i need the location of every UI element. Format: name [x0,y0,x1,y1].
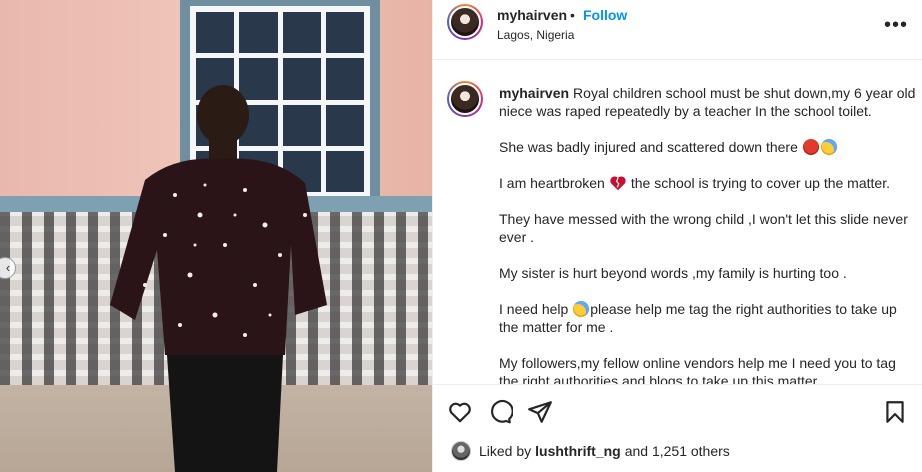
avatar[interactable] [447,4,483,40]
avatar[interactable] [451,441,471,461]
caption-paragraph: She was badly injured and scattered down… [499,138,919,156]
paper-plane-icon[interactable] [527,399,553,425]
avatar[interactable] [447,81,483,117]
ellipsis-icon[interactable]: ••• [884,14,908,37]
follow-button[interactable]: Follow [583,7,627,23]
liker-username[interactable]: lushthrift_ng [535,443,621,459]
post-sidebar: myhairven • Follow Lagos, Nigeria ••• my… [432,0,922,472]
action-bar: Liked by lushthrift_ng and 1,251 others [433,384,922,472]
crying-face-icon [573,301,590,317]
comment-bubble-icon[interactable] [487,399,513,425]
author-username[interactable]: myhairven [497,7,567,23]
caption-paragraph: myhairven Royal children school must be s… [499,85,916,119]
location-link[interactable]: Lagos, Nigeria [497,28,574,42]
crying-face-icon [820,139,837,155]
heart-outline-icon[interactable] [447,399,473,425]
angry-face-icon [802,139,819,155]
broken-heart-icon [610,176,626,191]
caption-paragraph: They have messed with the wrong child ,I… [499,211,908,245]
post-header: myhairven • Follow Lagos, Nigeria ••• [433,0,922,60]
caption-paragraph: I am heartbroken the school is trying to … [499,175,890,191]
post-media[interactable]: ‹ [0,0,432,472]
likes-count[interactable]: and 1,251 others [625,443,730,459]
caption-paragraph: My followers,my fellow online vendors he… [499,355,896,384]
caption-username[interactable]: myhairven [499,85,569,101]
bookmark-icon[interactable] [882,399,908,425]
separator-dot: • [570,7,575,23]
likes-summary: Liked by lushthrift_ng and 1,251 others [451,439,730,463]
caption-paragraph: My sister is hurt beyond words ,my famil… [499,265,847,281]
caption-text: myhairven Royal children school must be s… [499,84,919,384]
media-person [110,85,327,472]
caption-paragraph: I need help please help me tag the right… [499,301,897,335]
caption-area[interactable]: myhairven Royal children school must be s… [433,61,922,384]
